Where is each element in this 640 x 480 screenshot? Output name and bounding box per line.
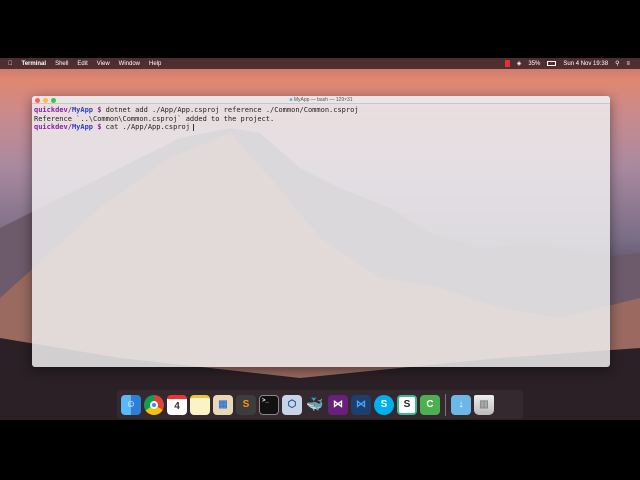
- prompt-symbol: $: [93, 106, 106, 114]
- menu-shell[interactable]: Shell: [55, 61, 68, 67]
- finder-icon[interactable]: ☺: [121, 394, 141, 415]
- text-cursor: [192, 123, 194, 131]
- slack-icon[interactable]: S: [397, 394, 417, 415]
- recording-icon[interactable]: [504, 60, 510, 67]
- terminal-line: quickdev/MyApp $ cat ./App/App.csproj: [34, 123, 608, 132]
- command-text: dotnet add ./App/App.csproj reference ./…: [105, 106, 359, 114]
- prompt-symbol: $: [93, 123, 106, 132]
- virtualbox-icon[interactable]: ⬡: [282, 394, 302, 415]
- wifi-icon[interactable]: ◈: [517, 60, 522, 67]
- chrome-icon[interactable]: [144, 394, 164, 415]
- prompt-user: quickdev/: [34, 106, 72, 114]
- trash-icon[interactable]: ▥: [474, 394, 494, 415]
- menu-help[interactable]: Help: [149, 61, 161, 67]
- prompt-dir: MyApp: [71, 123, 94, 132]
- preview-icon[interactable]: ▦: [213, 394, 233, 415]
- command-text: cat ./App/App.csproj: [105, 123, 190, 132]
- clock[interactable]: Sun 4 Nov 19:38: [563, 61, 608, 67]
- calendar-icon[interactable]: 4: [167, 394, 187, 415]
- terminal-window[interactable]: ■ MyApp — bash — 129×31 quickdev/MyApp $…: [32, 96, 610, 367]
- docker-icon[interactable]: 🐳: [305, 395, 325, 415]
- battery-percent: 35%: [528, 60, 541, 67]
- terminal-titlebar[interactable]: ■ MyApp — bash — 129×31: [32, 96, 610, 104]
- sublime-text-icon[interactable]: S: [236, 394, 256, 415]
- notes-icon[interactable]: [190, 394, 210, 415]
- battery-icon[interactable]: [547, 61, 557, 66]
- spotlight-icon[interactable]: ⚲: [615, 60, 619, 67]
- terminal-line: Reference `..\Common\Common.csproj` adde…: [34, 115, 608, 124]
- camtasia-icon[interactable]: C: [420, 394, 440, 415]
- menu-view[interactable]: View: [97, 61, 110, 67]
- apple-icon[interactable]: : [8, 61, 13, 67]
- output-text: Reference `..\Common\Common.csproj` adde…: [34, 114, 275, 123]
- desktop:  Terminal Shell Edit View Window Help ◈…: [0, 58, 640, 420]
- prompt-user: quickdev/: [34, 123, 72, 132]
- skype-icon[interactable]: S: [374, 394, 394, 415]
- downloads-folder-icon[interactable]: ↓: [451, 394, 471, 415]
- folder-icon: ■: [289, 97, 293, 103]
- terminal-icon[interactable]: >_: [259, 394, 279, 415]
- menu-edit[interactable]: Edit: [77, 61, 87, 67]
- vscode-icon[interactable]: ⋈: [351, 394, 371, 415]
- dock-separator: [445, 393, 446, 416]
- terminal-output[interactable]: quickdev/MyApp $ dotnet add ./App/App.cs…: [32, 104, 610, 134]
- terminal-line: quickdev/MyApp $ dotnet add ./App/App.cs…: [34, 106, 608, 115]
- window-title: MyApp — bash — 129×31: [293, 97, 353, 103]
- dock: ☺ 4 ▦ S >_ ⬡ 🐳 ⋈ ⋈ S S C ↓ ▥: [117, 390, 523, 419]
- prompt-dir: MyApp: [71, 106, 94, 114]
- visual-studio-icon[interactable]: ⋈: [328, 394, 348, 415]
- menu-bar:  Terminal Shell Edit View Window Help ◈…: [0, 58, 640, 69]
- menu-app-terminal[interactable]: Terminal: [22, 61, 47, 67]
- notification-center-icon[interactable]: ≡: [626, 61, 630, 67]
- menu-window[interactable]: Window: [119, 61, 140, 67]
